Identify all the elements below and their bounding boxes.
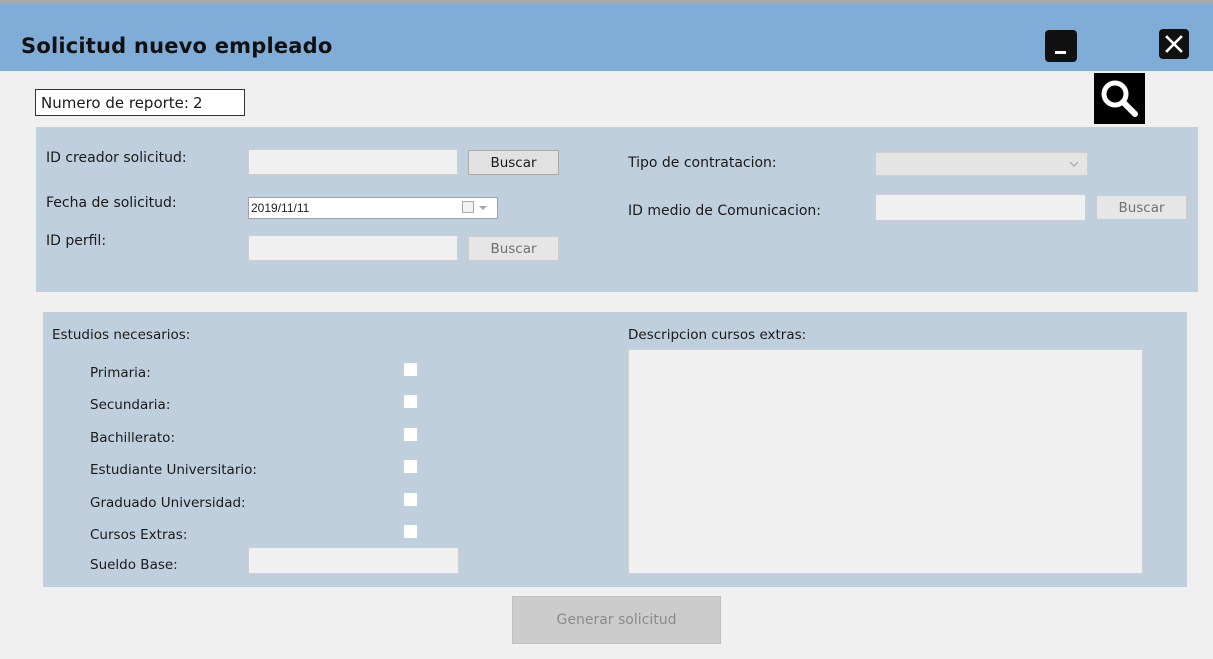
- search-icon: [1101, 80, 1138, 117]
- checkbox-bachillerato[interactable]: [404, 428, 417, 441]
- descripcion-cursos-label: Descripcion cursos extras:: [628, 327, 807, 343]
- fecha-solicitud-label: Fecha de solicitud:: [46, 195, 177, 211]
- chevron-down-icon: [1069, 161, 1079, 167]
- buscar-creador-button[interactable]: Buscar: [468, 150, 559, 175]
- checkbox-estudiante-universitario[interactable]: [404, 460, 417, 473]
- tipo-contratacion-label: Tipo de contratacion:: [628, 155, 777, 171]
- close-icon: [1165, 35, 1183, 53]
- buscar-perfil-button[interactable]: Buscar: [468, 236, 559, 261]
- report-number-box: Numero de reporte: 2: [35, 89, 245, 116]
- report-number-value: 2: [192, 94, 203, 112]
- close-button[interactable]: [1159, 29, 1189, 59]
- study-label-secundaria: Secundaria:: [90, 397, 171, 413]
- descripcion-cursos-textarea[interactable]: [628, 349, 1143, 574]
- generar-solicitud-button[interactable]: Generar solicitud: [512, 596, 721, 644]
- checkbox-graduado-universidad[interactable]: [404, 493, 417, 506]
- id-creador-label: ID creador solicitud:: [46, 150, 187, 166]
- checkbox-primaria[interactable]: [404, 363, 417, 376]
- sueldo-base-label: Sueldo Base:: [90, 557, 178, 573]
- estudios-heading: Estudios necesarios:: [52, 327, 191, 343]
- id-perfil-label: ID perfil:: [46, 233, 107, 249]
- id-medio-label: ID medio de Comunicacion:: [628, 203, 821, 219]
- study-label-primaria: Primaria:: [90, 365, 151, 381]
- sueldo-base-input[interactable]: [248, 547, 459, 574]
- id-creador-input[interactable]: [248, 149, 458, 175]
- study-label-cursos-extras: Cursos Extras:: [90, 527, 188, 543]
- buscar-medio-button[interactable]: Buscar: [1096, 195, 1187, 220]
- window-title: Solicitud nuevo empleado: [21, 34, 333, 58]
- minimize-button[interactable]: [1045, 30, 1077, 62]
- report-number-label: Numero de reporte:: [41, 94, 189, 112]
- study-label-bachillerato: Bachillerato:: [90, 430, 175, 446]
- tipo-contratacion-select[interactable]: [875, 152, 1088, 176]
- dropdown-arrow-icon[interactable]: [479, 206, 487, 210]
- fecha-solicitud-picker[interactable]: 2019/11/11: [248, 197, 498, 219]
- study-label-estudiante-universitario: Estudiante Universitario:: [90, 462, 257, 478]
- id-perfil-input[interactable]: [248, 235, 458, 261]
- title-bar: Solicitud nuevo empleado: [0, 4, 1213, 71]
- minimize-icon: [1055, 51, 1066, 54]
- calendar-icon[interactable]: [462, 201, 474, 213]
- study-label-graduado-universidad: Graduado Universidad:: [90, 495, 246, 511]
- fecha-solicitud-value: 2019/11/11: [251, 201, 310, 215]
- checkbox-cursos-extras[interactable]: [404, 525, 417, 538]
- search-button[interactable]: [1094, 73, 1145, 124]
- checkbox-secundaria[interactable]: [404, 395, 417, 408]
- id-medio-input[interactable]: [875, 194, 1086, 221]
